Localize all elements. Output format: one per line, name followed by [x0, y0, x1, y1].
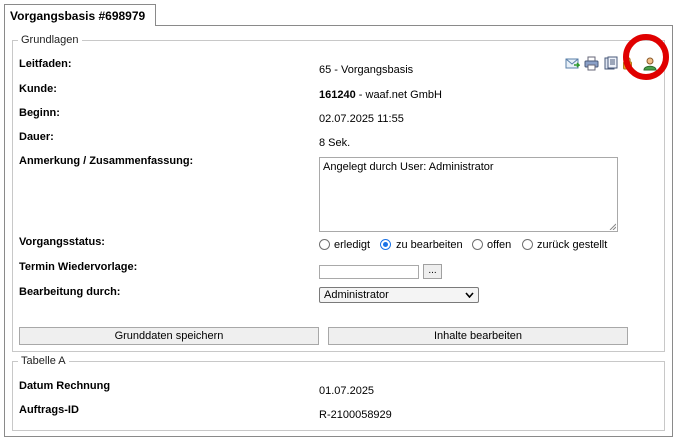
radio-erledigt[interactable] [319, 239, 330, 250]
kunde-name: - waaf.net GmbH [355, 89, 442, 101]
termin-label: Termin Wiedervorlage: [19, 261, 138, 273]
tab-title: Vorgangsbasis #698979 [10, 9, 146, 23]
datum-rechnung-value: 01.07.2025 [319, 385, 375, 397]
radio-zu-bearbeiten[interactable] [380, 239, 391, 250]
resize-grip-icon[interactable] [609, 223, 616, 230]
beginn-label: Beginn: [19, 107, 60, 119]
leitfaden-value: 65 - Vorgangsbasis [319, 64, 414, 76]
grundlagen-legend: Grundlagen [18, 34, 82, 47]
status-radio-group: erledigt zu bearbeiten offen zurück gest… [319, 239, 619, 251]
save-grunddaten-button[interactable]: Grunddaten speichern [19, 327, 319, 345]
status-label: Vorgangsstatus: [19, 236, 105, 248]
printer-icon[interactable] [584, 56, 599, 71]
mail-icon[interactable] [565, 56, 580, 71]
highlight-circle [623, 34, 669, 80]
radio-zurueck-gestellt-label[interactable]: zurück gestellt [537, 239, 607, 251]
bearbeitung-select[interactable]: Administrator [319, 287, 479, 303]
leitfaden-label: Leitfaden: [19, 58, 72, 70]
radio-offen-label[interactable]: offen [487, 239, 511, 251]
bearbeitung-selected: Administrator [324, 289, 389, 301]
datum-rechnung-label: Datum Rechnung [19, 380, 111, 392]
kunde-label: Kunde: [19, 83, 57, 95]
dauer-value: 8 Sek. [319, 137, 351, 149]
radio-erledigt-label[interactable]: erledigt [334, 239, 370, 251]
date-picker-button[interactable]: ... [423, 264, 442, 279]
edit-inhalte-button[interactable]: Inhalte bearbeiten [328, 327, 628, 345]
document-icon[interactable] [603, 56, 618, 71]
dauer-label: Dauer: [19, 131, 54, 143]
tab-vorgangsbasis[interactable]: Vorgangsbasis #698979 [4, 4, 156, 26]
kunde-value: 161240 - waaf.net GmbH [319, 89, 442, 101]
beginn-value: 02.07.2025 11:55 [319, 113, 404, 125]
auftrags-id-label: Auftrags-ID [19, 404, 79, 416]
radio-zurueck-gestellt[interactable] [522, 239, 533, 250]
anmerkung-textarea[interactable]: Angelegt durch User: Administrator [319, 157, 618, 232]
termin-input[interactable] [319, 265, 419, 279]
tabelle-legend: Tabelle A [18, 355, 69, 368]
bearbeitung-label: Bearbeitung durch: [19, 286, 121, 298]
auftrags-id-value: R-2100058929 [319, 409, 392, 421]
kunde-id: 161240 [319, 89, 356, 101]
anmerkung-label: Anmerkung / Zusammenfassung: [19, 155, 194, 167]
chevron-down-icon [465, 292, 474, 298]
anmerkung-text: Angelegt durch User: Administrator [323, 161, 494, 173]
radio-offen[interactable] [472, 239, 483, 250]
radio-zu-bearbeiten-label[interactable]: zu bearbeiten [396, 239, 463, 251]
